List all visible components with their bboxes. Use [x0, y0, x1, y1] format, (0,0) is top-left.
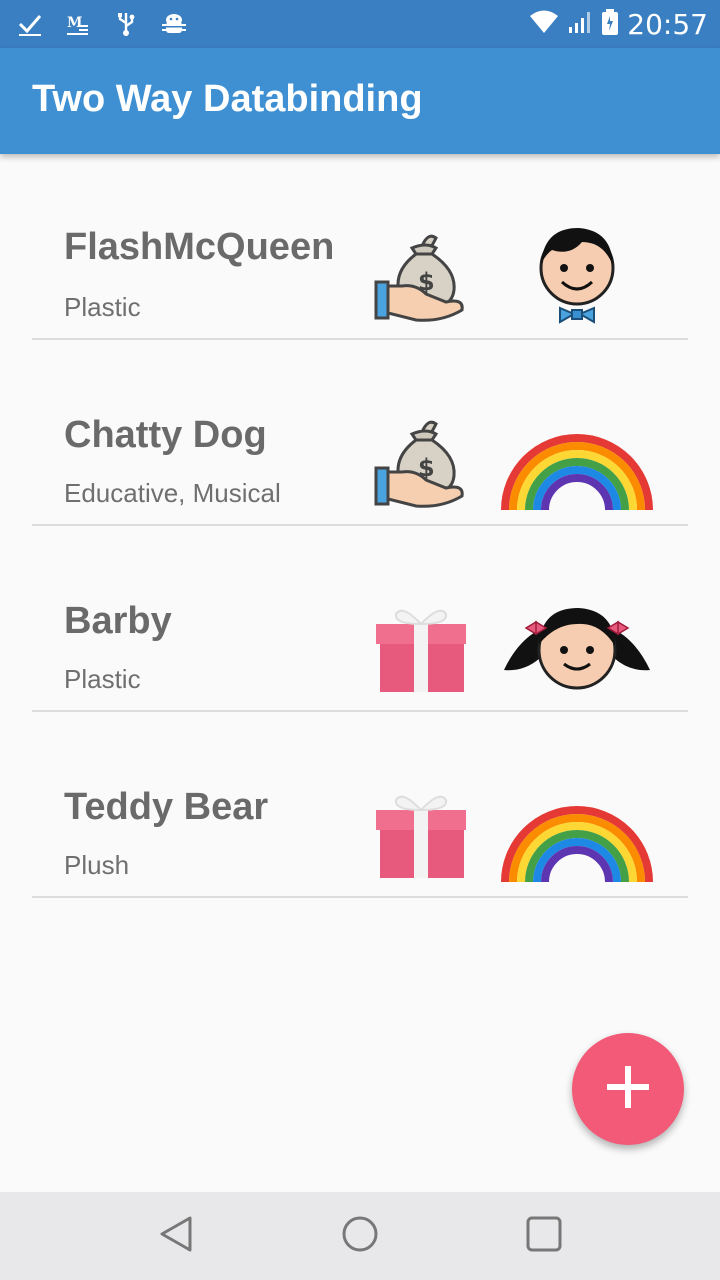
money-bag-icon: $: [372, 228, 468, 324]
toy-name: Teddy Bear: [64, 786, 269, 828]
recents-icon: [524, 1214, 564, 1259]
money-bag-icon: $: [372, 414, 468, 510]
signal-icon: [567, 9, 593, 40]
toy-categories: Plush: [64, 850, 130, 880]
wifi-icon: [529, 9, 559, 40]
home-button[interactable]: [334, 1210, 386, 1262]
back-icon: [156, 1214, 196, 1259]
app-bar: Two Way Databinding: [0, 48, 720, 154]
gift-icon: [372, 786, 468, 882]
rainbow-icon: [500, 406, 654, 516]
add-toy-button[interactable]: [572, 1033, 684, 1145]
mail-icon: M: [64, 10, 92, 38]
svg-text:M: M: [67, 15, 83, 31]
check-icon: [16, 10, 44, 38]
gift-icon: [372, 600, 468, 696]
back-button[interactable]: [150, 1210, 202, 1262]
boy-icon: [500, 220, 654, 330]
divider: [32, 896, 688, 898]
toy-list: FlashMcQueen Plastic $ Chatty Dog Educat…: [0, 154, 720, 898]
girl-icon: [500, 592, 654, 702]
toy-categories: Plastic: [64, 292, 141, 322]
home-icon: [340, 1214, 380, 1259]
toy-name: Barby: [64, 600, 172, 642]
list-item[interactable]: FlashMcQueen Plastic $: [0, 154, 720, 340]
list-item[interactable]: Teddy Bear Plush: [0, 712, 720, 898]
app-title: Two Way Databinding: [32, 78, 423, 120]
toy-name: Chatty Dog: [64, 414, 267, 456]
toy-categories: Educative, Musical: [64, 478, 281, 508]
battery-icon: [601, 8, 619, 41]
plus-icon: [605, 1064, 651, 1115]
status-bar: M 20:57: [0, 0, 720, 48]
android-debug-icon: [160, 10, 188, 38]
toy-categories: Plastic: [64, 664, 141, 694]
recents-button[interactable]: [518, 1210, 570, 1262]
usb-icon: [112, 10, 140, 38]
list-item[interactable]: Barby Plastic: [0, 526, 720, 712]
list-item[interactable]: Chatty Dog Educative, Musical $: [0, 340, 720, 526]
clock: 20:57: [627, 7, 708, 41]
toy-name: FlashMcQueen: [64, 226, 335, 268]
navigation-bar: [0, 1192, 720, 1280]
rainbow-icon: [500, 778, 654, 888]
